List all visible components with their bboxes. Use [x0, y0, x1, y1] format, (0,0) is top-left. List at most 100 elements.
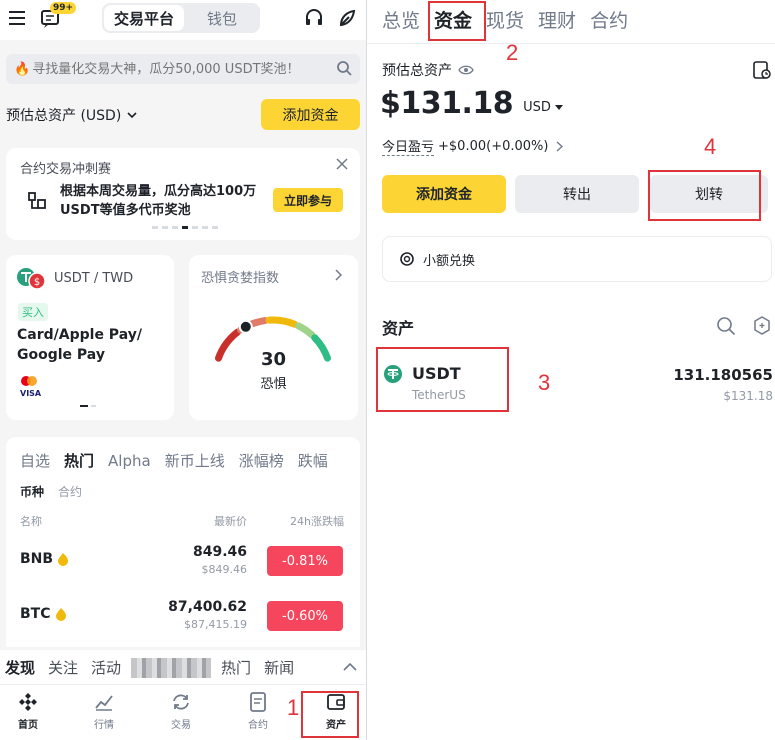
fear-greed-card[interactable]: 恐惧贪婪指数 30 恐惧 — [189, 255, 358, 420]
flame-badge-icon — [57, 552, 69, 566]
market-tab-losers[interactable]: 跌幅 — [298, 450, 328, 471]
subtab-coin[interactable]: 币种 — [20, 483, 44, 500]
chevron-up-icon[interactable] — [343, 662, 357, 671]
row-price: 849.46 — [192, 544, 247, 560]
col-price: 最新价 — [214, 515, 247, 528]
headset-icon[interactable] — [304, 8, 324, 28]
market-tab-hot[interactable]: 热门 — [64, 450, 94, 471]
tab-overview[interactable]: 总览 — [382, 6, 420, 33]
feed-tab-discover[interactable]: 发现 — [5, 657, 35, 678]
chevron-down-icon — [127, 111, 137, 119]
fear-greed-value: 30 — [260, 349, 287, 370]
pnl-label: 今日盈亏 — [382, 136, 435, 156]
tab-trade-platform[interactable]: 交易平台 — [104, 5, 184, 31]
buy-tag: 买入 — [18, 303, 48, 321]
tab-spot[interactable]: 现货 — [486, 6, 524, 33]
row-price-usd: $849.46 — [201, 563, 248, 576]
search-input[interactable] — [32, 61, 333, 77]
annotation-box-funding-tab — [428, 1, 486, 41]
tabs-divider — [366, 43, 775, 44]
tab-earn[interactable]: 理财 — [538, 6, 576, 33]
fear-greed-label: 恐惧 — [260, 377, 287, 392]
eye-icon[interactable] — [458, 64, 474, 76]
usdt-twd-icon: $ — [16, 267, 48, 291]
row-change: -0.81% — [267, 546, 343, 576]
feed-tab-hot[interactable]: 热门 — [221, 657, 251, 678]
nav-markets[interactable]: 行情 — [84, 692, 124, 731]
chart-line-icon — [94, 692, 114, 712]
asset-amount: 131.180565 — [673, 366, 773, 384]
search-bar[interactable]: 🔥 — [6, 54, 360, 84]
market-tab-alpha[interactable]: Alpha — [108, 452, 151, 470]
row-symbol: BTC — [20, 606, 67, 622]
history-icon[interactable] — [752, 60, 772, 80]
buy-crypto-card[interactable]: $ USDT / TWD 买入 Card/Apple Pay/ Google P… — [6, 255, 174, 420]
row-change: -0.60% — [267, 601, 343, 631]
panel-divider — [366, 0, 367, 740]
pnl-row[interactable]: 今日盈亏 +$0.00(+0.00%) — [382, 136, 564, 156]
gauge-marker — [238, 319, 253, 334]
market-tabs: 自选 热门 Alpha 新币上线 涨幅榜 跌幅 — [20, 450, 328, 471]
tab-futures[interactable]: 合约 — [590, 6, 628, 33]
convert-icon — [399, 251, 415, 267]
market-tab-new[interactable]: 新币上线 — [165, 450, 225, 471]
feed-tab-news[interactable]: 新闻 — [264, 657, 294, 678]
table-row[interactable]: BTC 87,400.62 $87,415.19 -0.60% — [6, 592, 360, 642]
market-tab-gainers[interactable]: 涨幅榜 — [239, 450, 284, 471]
market-subtabs: 币种 合约 — [20, 483, 82, 500]
promo-body: 根据本周交易量，瓜分高达100万USDT等值多代币奖池 — [60, 184, 257, 218]
fire-icon: 🔥 — [14, 61, 31, 77]
small-convert-button[interactable]: 小额兑换 — [382, 236, 772, 282]
nav-futures[interactable]: 合约 — [238, 692, 278, 731]
binance-home-icon — [18, 692, 38, 712]
join-now-button[interactable]: 立即参与 — [273, 188, 343, 212]
nav-trade[interactable]: 交易 — [161, 692, 201, 731]
annotation-number: 2 — [506, 40, 519, 65]
annotation-box-transfer — [648, 170, 761, 221]
flame-badge-icon — [55, 607, 67, 621]
est-assets-selector[interactable]: 预估总资产 (USD) — [6, 105, 137, 125]
trade-swap-icon — [170, 692, 192, 712]
total-balance-value: $131.18 — [380, 86, 514, 121]
mastercard-icon — [20, 375, 38, 387]
est-total-row: 预估总资产 — [382, 60, 474, 80]
futures-doc-icon — [249, 692, 267, 712]
menu-icon[interactable] — [8, 10, 26, 26]
est-assets-label: 预估总资产 (USD) — [6, 108, 122, 124]
search-icon[interactable] — [716, 316, 736, 336]
withdraw-button[interactable]: 转出 — [515, 175, 639, 213]
card-dots — [80, 405, 96, 407]
currency-selector[interactable]: USD — [523, 100, 551, 115]
add-funds-button[interactable]: 添加资金 — [382, 175, 506, 213]
row-price-usd: $87,415.19 — [184, 618, 247, 631]
trade-platform-screen: 99+ 交易平台 钱包 🔥 预估总资产 (USD) 添加资金 合约交易冲刺赛 根… — [0, 0, 366, 740]
total-balance: $131.18 USD — [380, 86, 563, 121]
payment-methods: Card/Apple Pay/ Google Pay — [17, 327, 142, 363]
tab-wallet[interactable]: 钱包 — [184, 8, 260, 29]
promo-card[interactable]: 合约交易冲刺赛 根据本周交易量，瓜分高达100万USDT等值多代币奖池 立即参与 — [6, 148, 360, 240]
asset-value: $131.18 — [723, 389, 773, 403]
col-change: 24h涨跌幅 — [290, 515, 344, 528]
feed-tab-events[interactable]: 活动 — [91, 657, 121, 678]
fear-greed-title: 恐惧贪婪指数 — [201, 271, 280, 286]
settings-icon[interactable] — [753, 316, 771, 336]
promo-title: 合约交易冲刺赛 — [20, 162, 112, 177]
add-funds-button[interactable]: 添加资金 — [261, 99, 360, 130]
gauge-segment — [294, 322, 316, 339]
col-name: 名称 — [20, 515, 42, 528]
est-total-label: 预估总资产 — [382, 63, 452, 79]
search-icon[interactable] — [336, 60, 352, 76]
gauge-segment — [265, 316, 299, 328]
nav-home[interactable]: 首页 — [8, 692, 48, 731]
feed-tab-following[interactable]: 关注 — [48, 657, 78, 678]
chevron-right-icon[interactable] — [334, 269, 342, 281]
subtab-futures[interactable]: 合约 — [58, 483, 82, 500]
close-icon[interactable] — [336, 158, 348, 170]
caret-down-icon[interactable] — [554, 104, 563, 111]
earn-icon[interactable] — [338, 8, 360, 28]
table-row[interactable]: BNB 849.46 $849.46 -0.81% — [6, 537, 360, 587]
row-symbol: BNB — [20, 551, 69, 567]
market-tab-watchlist[interactable]: 自选 — [20, 450, 50, 471]
notification-badge: 99+ — [50, 2, 77, 14]
annotation-number: 4 — [704, 134, 717, 159]
